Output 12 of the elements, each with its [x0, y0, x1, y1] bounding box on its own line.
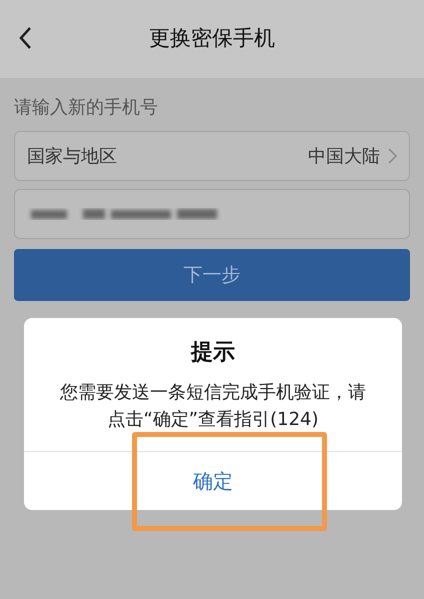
region-value: 中国大陆: [308, 144, 380, 168]
next-button[interactable]: 下一步: [14, 249, 410, 301]
region-label: 国家与地区: [27, 144, 117, 168]
phone-field[interactable]: [14, 189, 410, 239]
dialog-title: 提示: [190, 339, 236, 367]
chevron-icon: [388, 148, 397, 164]
page-title: 更换密保手机: [149, 25, 275, 52]
field-prompt: 请输入新的手机号: [13, 96, 159, 120]
confirm-button[interactable]: 确定: [173, 452, 253, 510]
region-selector[interactable]: 国家与地区 中国大陆: [14, 131, 410, 181]
back-icon[interactable]: [18, 26, 32, 50]
dialog-message: 您需要发送一条短信完成手机验证，请点击“确定”查看指引(124): [59, 381, 367, 432]
